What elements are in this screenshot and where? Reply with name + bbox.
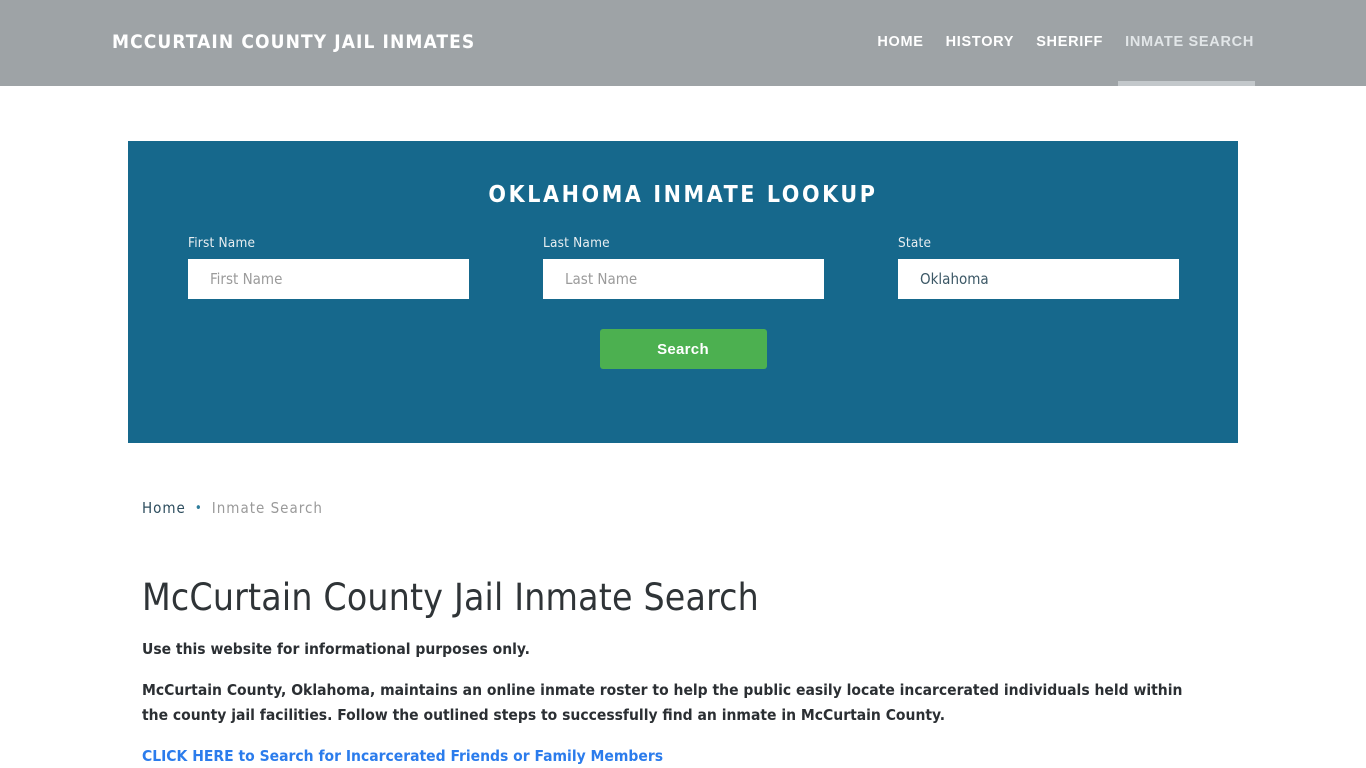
main-content: Home • Inmate Search McCurtain County Jail… <box>142 498 1227 766</box>
inmate-lookup-panel: OKLAHOMA INMATE LOOKUP First Name Last N… <box>128 141 1238 443</box>
breadcrumb-separator-icon: • <box>194 501 203 516</box>
nav-item-sheriff[interactable]: SHERIFF <box>1036 34 1103 50</box>
main-navigation: HOME HISTORY SHERIFF INMATE SEARCH <box>877 34 1254 50</box>
nav-item-history[interactable]: HISTORY <box>946 34 1015 50</box>
first-name-field-group: First Name <box>188 235 469 299</box>
search-button[interactable]: Search <box>599 329 767 369</box>
breadcrumb-current: Inmate Search <box>211 499 323 517</box>
last-name-input[interactable] <box>543 259 824 299</box>
search-friends-family-link[interactable]: CLICK HERE to Search for Incarcerated Fr… <box>142 747 663 765</box>
site-brand-title[interactable]: MCCURTAIN COUNTY JAIL INMATES <box>112 31 475 53</box>
intro-paragraph: McCurtain County, Oklahoma, maintains an… <box>142 681 1183 724</box>
nav-active-indicator <box>1118 81 1255 86</box>
nav-item-inmate-search[interactable]: INMATE SEARCH <box>1125 34 1254 50</box>
state-field-group: State Oklahoma <box>898 235 1179 299</box>
lookup-panel-title: OKLAHOMA INMATE LOOKUP <box>488 182 878 208</box>
last-name-label: Last Name <box>543 235 610 251</box>
site-header: MCCURTAIN COUNTY JAIL INMATES HOME HISTO… <box>0 0 1366 86</box>
breadcrumb: Home • Inmate Search <box>142 498 1227 519</box>
search-button-container: Search <box>128 329 1238 369</box>
last-name-field-group: Last Name <box>543 235 824 299</box>
first-name-input[interactable] <box>188 259 469 299</box>
state-select[interactable]: Oklahoma <box>898 259 1179 299</box>
state-label: State <box>898 235 932 251</box>
first-name-label: First Name <box>188 235 256 251</box>
inmate-lookup-form: First Name Last Name State Oklahoma <box>128 235 1238 307</box>
page-title: McCurtain County Jail Inmate Search <box>142 576 759 619</box>
breadcrumb-home[interactable]: Home <box>142 499 186 517</box>
disclaimer-text: Use this website for informational purpo… <box>142 640 530 658</box>
nav-item-home[interactable]: HOME <box>877 34 923 50</box>
